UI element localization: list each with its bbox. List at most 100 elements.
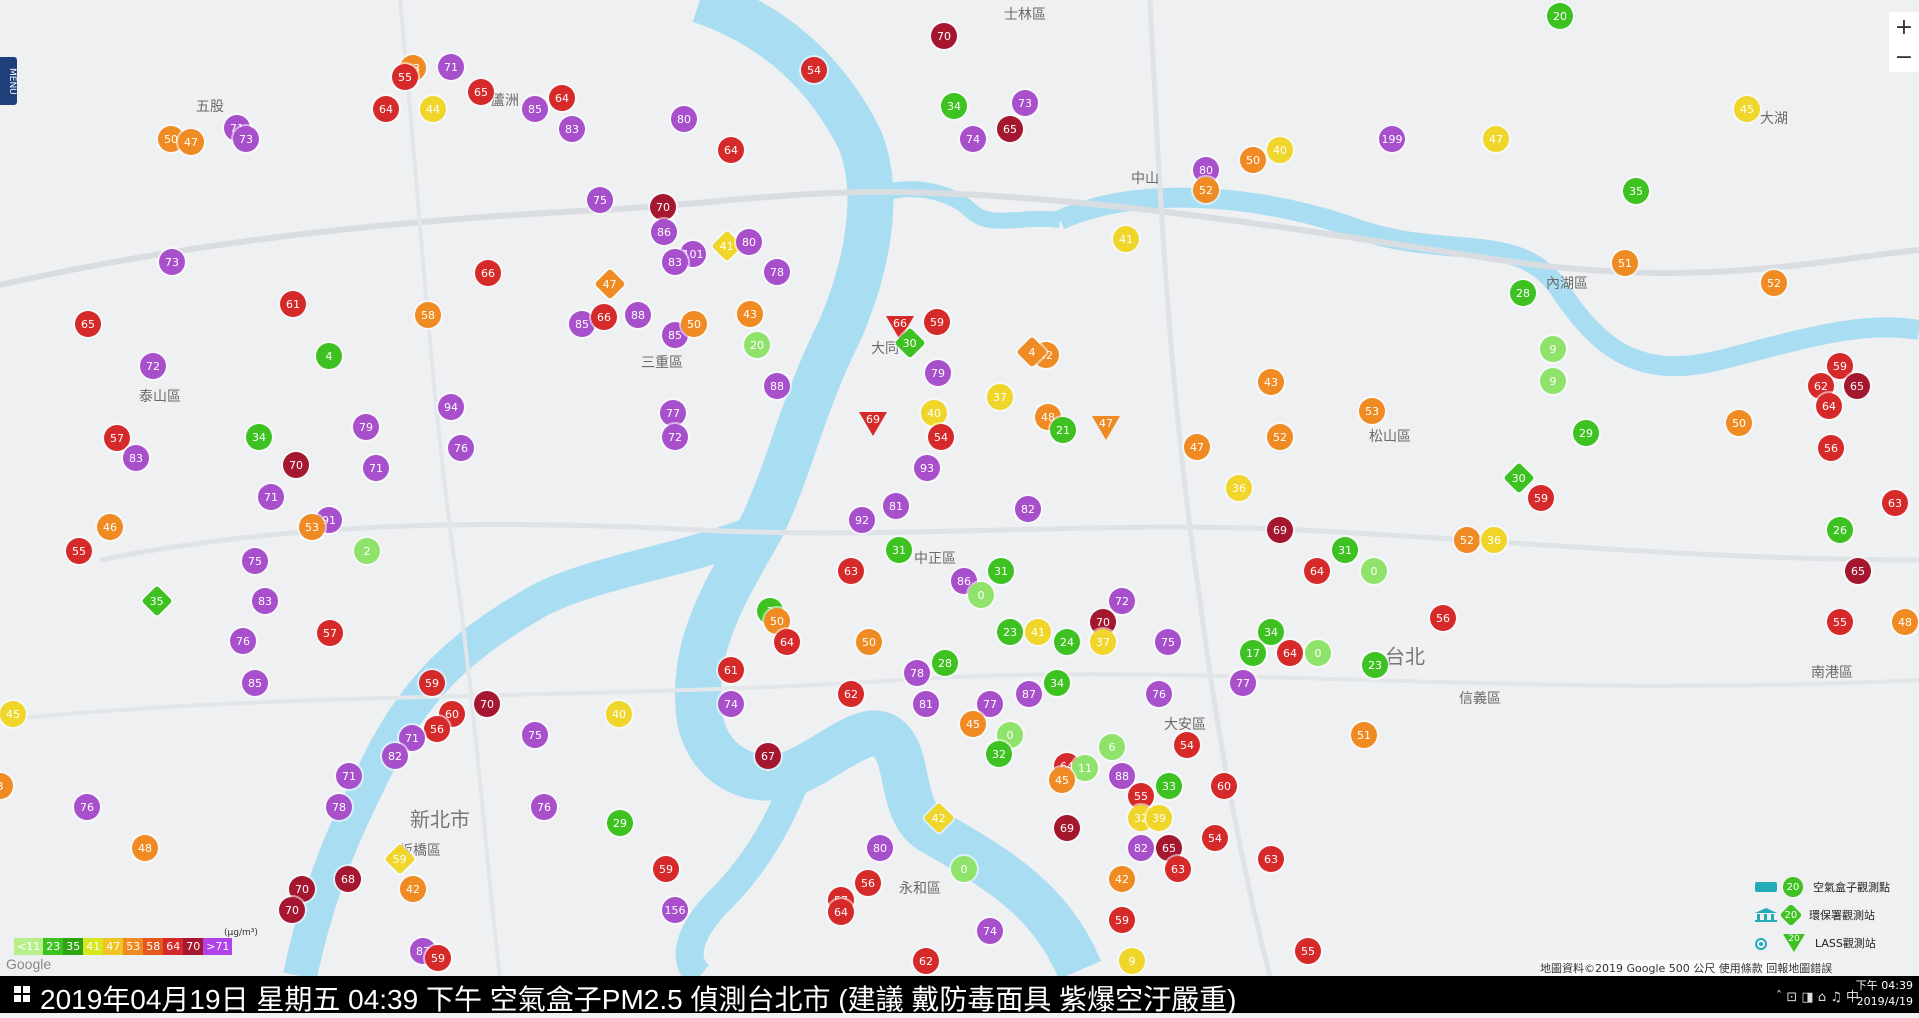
airbox-marker[interactable]: 44 xyxy=(420,96,446,122)
airbox-marker[interactable]: 47 xyxy=(178,129,204,155)
zoom-out-button[interactable]: − xyxy=(1889,42,1919,72)
airbox-marker[interactable]: 45 xyxy=(1049,767,1075,793)
airbox-marker[interactable]: 70 xyxy=(931,23,957,49)
airbox-marker[interactable]: 92 xyxy=(849,507,875,533)
airbox-marker[interactable]: 61 xyxy=(280,291,306,317)
airbox-marker[interactable]: 71 xyxy=(438,54,464,80)
airbox-marker[interactable]: 65 xyxy=(75,311,101,337)
airbox-marker[interactable]: 65 xyxy=(997,116,1023,142)
airbox-marker[interactable]: 4 xyxy=(316,343,342,369)
airbox-marker[interactable]: 64 xyxy=(1816,393,1842,419)
airbox-marker[interactable]: 64 xyxy=(774,629,800,655)
airbox-marker[interactable]: 55 xyxy=(1827,609,1853,635)
airbox-marker[interactable]: 9 xyxy=(1119,948,1145,974)
airbox-marker[interactable]: 64 xyxy=(549,85,575,111)
airbox-marker[interactable]: 59 xyxy=(419,670,445,696)
airbox-marker[interactable]: 64 xyxy=(1304,558,1330,584)
airbox-marker[interactable]: 69 xyxy=(1267,517,1293,543)
airbox-marker[interactable]: 88 xyxy=(1109,763,1135,789)
airbox-marker[interactable]: 56 xyxy=(1818,435,1844,461)
airbox-marker[interactable]: 59 xyxy=(924,309,950,335)
airbox-marker[interactable]: 78 xyxy=(326,794,352,820)
airbox-marker[interactable]: 36 xyxy=(1226,475,1252,501)
airbox-marker[interactable]: 46 xyxy=(97,514,123,540)
airbox-marker[interactable]: 64 xyxy=(828,899,854,925)
airbox-marker[interactable]: 33 xyxy=(1156,773,1182,799)
airbox-marker[interactable]: 79 xyxy=(925,360,951,386)
airbox-marker[interactable]: 83 xyxy=(252,588,278,614)
airbox-marker[interactable]: 66 xyxy=(475,260,501,286)
airbox-marker[interactable]: 77 xyxy=(660,400,686,426)
airbox-marker[interactable]: 35 xyxy=(1623,178,1649,204)
airbox-marker[interactable]: 31 xyxy=(886,537,912,563)
airbox-marker[interactable]: 52 xyxy=(1267,424,1293,450)
airbox-marker[interactable]: 41 xyxy=(1025,619,1051,645)
airbox-marker[interactable]: 34 xyxy=(1258,619,1284,645)
airbox-marker[interactable]: 59 xyxy=(653,856,679,882)
airbox-marker[interactable]: 77 xyxy=(1230,670,1256,696)
airbox-marker[interactable]: 70 xyxy=(279,897,305,923)
airbox-marker[interactable]: 36 xyxy=(1481,527,1507,553)
airbox-marker[interactable]: 24 xyxy=(1054,629,1080,655)
zoom-in-button[interactable]: + xyxy=(1889,12,1919,42)
airbox-marker[interactable]: 23 xyxy=(1362,652,1388,678)
airbox-marker[interactable]: 34 xyxy=(941,93,967,119)
airbox-marker[interactable]: 47 xyxy=(1184,434,1210,460)
airbox-marker[interactable]: 73 xyxy=(1012,90,1038,116)
airbox-marker[interactable]: 72 xyxy=(140,353,166,379)
airbox-marker[interactable]: 41 xyxy=(1113,226,1139,252)
airbox-marker[interactable]: 37 xyxy=(987,384,1013,410)
airbox-marker[interactable]: 71 xyxy=(336,763,362,789)
airbox-marker[interactable]: 68 xyxy=(335,866,361,892)
airbox-marker[interactable]: 28 xyxy=(1510,280,1536,306)
airbox-marker[interactable]: 65 xyxy=(1844,373,1870,399)
airbox-marker[interactable]: 29 xyxy=(1573,420,1599,446)
airbox-marker[interactable]: 73 xyxy=(233,126,259,152)
airbox-marker[interactable]: 50 xyxy=(681,311,707,337)
airbox-marker[interactable]: 199 xyxy=(1379,126,1405,152)
airbox-marker[interactable]: 34 xyxy=(1044,670,1070,696)
airbox-marker[interactable]: 20 xyxy=(744,332,770,358)
airbox-marker[interactable]: 75 xyxy=(242,548,268,574)
airbox-marker[interactable]: 76 xyxy=(74,794,100,820)
airbox-marker[interactable]: 78 xyxy=(904,660,930,686)
airbox-marker[interactable]: 73 xyxy=(159,249,185,275)
airbox-marker[interactable]: 0 xyxy=(1305,640,1331,666)
airbox-marker[interactable]: 65 xyxy=(1845,558,1871,584)
airbox-marker[interactable]: 93 xyxy=(914,455,940,481)
airbox-marker[interactable]: 80 xyxy=(867,835,893,861)
airbox-marker[interactable]: 56 xyxy=(855,870,881,896)
airbox-marker[interactable]: 83 xyxy=(123,445,149,471)
airbox-marker[interactable]: 74 xyxy=(718,691,744,717)
airbox-marker[interactable]: 85 xyxy=(242,670,268,696)
airbox-marker[interactable]: 6 xyxy=(1099,734,1125,760)
airbox-marker[interactable]: 75 xyxy=(522,722,548,748)
airbox-marker[interactable]: 87 xyxy=(1016,681,1042,707)
airbox-marker[interactable]: 17 xyxy=(1240,640,1266,666)
airbox-marker[interactable]: 85 xyxy=(522,96,548,122)
airbox-marker[interactable]: 32 xyxy=(986,741,1012,767)
airbox-marker[interactable]: 54 xyxy=(801,57,827,83)
airbox-marker[interactable]: 9 xyxy=(1540,368,1566,394)
airbox-marker[interactable]: 48 xyxy=(132,835,158,861)
airbox-marker[interactable]: 50 xyxy=(1726,410,1752,436)
airbox-marker[interactable]: 47 xyxy=(1483,126,1509,152)
airbox-marker[interactable]: 55 xyxy=(392,64,418,90)
airbox-marker[interactable]: 0 xyxy=(951,856,977,882)
airbox-marker[interactable]: 9 xyxy=(1540,336,1566,362)
airbox-marker[interactable]: 53 xyxy=(1359,398,1385,424)
airbox-marker[interactable]: 63 xyxy=(1882,490,1908,516)
airbox-marker[interactable]: 48 xyxy=(1892,609,1918,635)
airbox-marker[interactable]: 52 xyxy=(1193,177,1219,203)
airbox-marker[interactable]: 70 xyxy=(650,194,676,220)
airbox-marker[interactable]: 29 xyxy=(607,810,633,836)
airbox-marker[interactable]: 75 xyxy=(587,187,613,213)
airbox-marker[interactable]: 0 xyxy=(968,582,994,608)
airbox-marker[interactable]: 74 xyxy=(960,126,986,152)
airbox-marker[interactable]: 79 xyxy=(353,414,379,440)
airbox-marker[interactable]: 66 xyxy=(591,304,617,330)
airbox-marker[interactable]: 78 xyxy=(764,259,790,285)
airbox-marker[interactable]: 72 xyxy=(662,424,688,450)
airbox-marker[interactable]: 59 xyxy=(1109,907,1135,933)
airbox-marker[interactable]: 45 xyxy=(0,701,26,727)
